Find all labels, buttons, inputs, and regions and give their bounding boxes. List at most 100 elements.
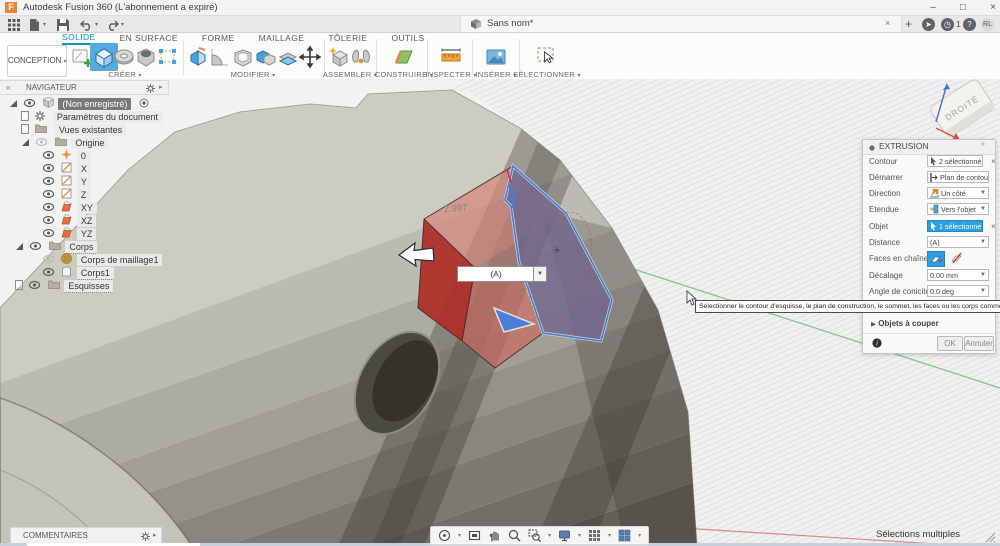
demarrer-select[interactable]: Plan de contour▼	[927, 171, 989, 183]
tree-item-origin[interactable]: Origine	[22, 133, 109, 149]
visibility-eye-icon[interactable]	[42, 202, 55, 211]
clear-contour-icon[interactable]: ×	[991, 157, 996, 166]
combine-icon[interactable]	[254, 45, 278, 69]
viewports-icon[interactable]	[618, 529, 631, 542]
orbit-icon[interactable]	[438, 529, 451, 542]
app-grid-icon[interactable]	[8, 18, 21, 31]
distance-dropdown-caret-icon[interactable]: ▼	[533, 266, 547, 282]
close-button[interactable]: ×	[980, 0, 1000, 15]
visibility-eye-icon[interactable]	[42, 189, 55, 198]
redo-caret-icon[interactable]: ▾	[121, 21, 124, 28]
panel-gear-icon[interactable]	[141, 531, 150, 541]
distance-select[interactable]: (A) ▼	[927, 236, 989, 248]
pattern-sketch-icon[interactable]	[156, 45, 180, 69]
insert-image-icon[interactable]	[484, 45, 508, 69]
objets-a-couper-section[interactable]: ▶ Objets à couper	[871, 319, 939, 328]
distance-input-field[interactable]: (A) ▼	[457, 266, 547, 282]
navigator-header[interactable]: « NAVIGATEUR ▸	[0, 80, 169, 95]
grid-settings-icon[interactable]	[588, 529, 601, 542]
undo-icon[interactable]	[80, 18, 93, 31]
zoom-caret-icon[interactable]: ▾	[548, 532, 551, 539]
display-caret-icon[interactable]: ▾	[578, 532, 581, 539]
group-label-selectionner[interactable]: SÉLECTIONNER ▾	[502, 70, 592, 79]
undo-caret-icon[interactable]: ▾	[95, 21, 98, 28]
job-status-clock-icon[interactable]: ◷	[941, 17, 954, 31]
tree-item-plane-xz[interactable]: XZ	[40, 211, 97, 227]
tree-item-named-views[interactable]: Vues existantes	[21, 120, 127, 136]
extrusion-dialog-header[interactable]: EXTRUSION »	[863, 140, 995, 155]
contour-selection-field[interactable]: 2 sélectionné	[927, 155, 983, 167]
section-expand-icon[interactable]: ▶	[871, 321, 876, 328]
expand-closed-icon[interactable]	[21, 124, 29, 134]
save-icon[interactable]	[57, 18, 70, 31]
viewports-caret-icon[interactable]: ▾	[638, 532, 641, 539]
cancel-button[interactable]: Annuler	[964, 336, 994, 351]
tab-maillage[interactable]: MAILLAGE	[259, 33, 305, 44]
construct-plane-icon[interactable]	[392, 45, 416, 69]
direction-select[interactable]: Un côté ▼	[927, 187, 989, 199]
info-icon[interactable]: i	[872, 338, 882, 348]
extensions-icon[interactable]: ➤	[922, 17, 935, 31]
fillet-icon[interactable]	[208, 45, 232, 69]
tree-item-plane-xy[interactable]: XY	[40, 198, 97, 214]
move-icon[interactable]	[298, 45, 322, 69]
chain-faces-off-button[interactable]	[949, 251, 965, 265]
visibility-eye-icon[interactable]	[42, 150, 55, 159]
visibility-eye-icon-dimmed[interactable]	[36, 137, 48, 146]
visibility-eye-icon[interactable]	[29, 280, 41, 289]
file-menu-caret-icon[interactable]: ▾	[43, 21, 46, 28]
visibility-eye-icon[interactable]	[42, 228, 55, 237]
tab-outils[interactable]: OUTILS	[392, 33, 425, 44]
joint-icon[interactable]	[349, 45, 373, 69]
collapse-panel-icon[interactable]: «	[6, 83, 10, 92]
expand-closed-icon[interactable]	[21, 111, 29, 121]
hole-icon[interactable]	[134, 45, 158, 69]
group-label-creer[interactable]: CRÉER ▾	[80, 70, 170, 79]
press-pull-icon[interactable]	[186, 45, 210, 69]
shell-icon[interactable]	[231, 45, 255, 69]
comments-panel-header[interactable]: COMMENTAIRES ▸	[10, 527, 162, 544]
tab-tolerie[interactable]: TÔLERIE	[328, 33, 367, 44]
tree-item-axis-x[interactable]: X	[40, 159, 91, 175]
visibility-eye-icon[interactable]	[30, 241, 42, 250]
tree-item-body1[interactable]: Corps1	[40, 263, 114, 280]
new-tab-icon[interactable]: +	[905, 17, 912, 31]
tree-item-bodies-folder[interactable]: Corps	[16, 237, 98, 254]
tree-item-plane-yz[interactable]: YZ	[40, 224, 97, 240]
chain-faces-on-button[interactable]	[927, 251, 945, 267]
tree-item-sketches-folder[interactable]: Esquisses	[15, 276, 114, 293]
document-tab[interactable]: Sans nom* ×	[460, 16, 902, 32]
new-component-icon[interactable]	[327, 45, 351, 69]
decalage-field[interactable]: 0.00 mm ▼	[927, 269, 989, 281]
visibility-eye-icon[interactable]	[42, 267, 55, 276]
tree-item-axis-y[interactable]: Y	[40, 172, 91, 188]
objet-selection-field[interactable]: 1 sélectionné	[927, 220, 983, 232]
ok-button[interactable]: OK	[937, 336, 963, 351]
grid-caret-icon[interactable]: ▾	[608, 532, 611, 539]
visibility-eye-icon[interactable]	[42, 215, 55, 224]
close-tab-icon[interactable]: ×	[885, 18, 890, 28]
expand-open-icon[interactable]	[10, 100, 17, 107]
clear-objet-icon[interactable]: ×	[991, 222, 996, 231]
tree-item-origin-point[interactable]: 0	[40, 146, 90, 162]
help-icon[interactable]: ?	[963, 17, 976, 31]
panel-expand-icon[interactable]: ▸	[153, 531, 157, 539]
expand-closed-icon[interactable]	[15, 280, 23, 290]
pan-icon[interactable]	[488, 529, 501, 542]
workspace-switcher-button[interactable]: CONCEPTION ▾	[7, 45, 67, 77]
group-label-modifier[interactable]: MODIFIER ▾	[208, 70, 298, 79]
visibility-eye-icon[interactable]	[42, 163, 55, 172]
visibility-eye-icon-dimmed[interactable]	[42, 254, 55, 263]
tree-item-axis-z[interactable]: Z	[40, 185, 91, 201]
minimize-button[interactable]: –	[920, 0, 946, 15]
tree-item-document-settings[interactable]: Paramètres du document	[21, 107, 162, 123]
avatar[interactable]: RL	[981, 17, 994, 31]
look-at-icon[interactable]	[468, 529, 481, 542]
tree-item-root[interactable]: (Non enregistré)	[10, 94, 149, 110]
panel-expand-icon[interactable]: ▸	[159, 83, 163, 91]
expand-open-icon[interactable]	[22, 139, 29, 146]
zoom-icon[interactable]	[508, 529, 521, 542]
etendue-select[interactable]: Vers l'objet ▼	[927, 203, 989, 215]
tab-forme[interactable]: FORME	[202, 33, 235, 44]
panel-gear-icon[interactable]	[146, 83, 155, 93]
